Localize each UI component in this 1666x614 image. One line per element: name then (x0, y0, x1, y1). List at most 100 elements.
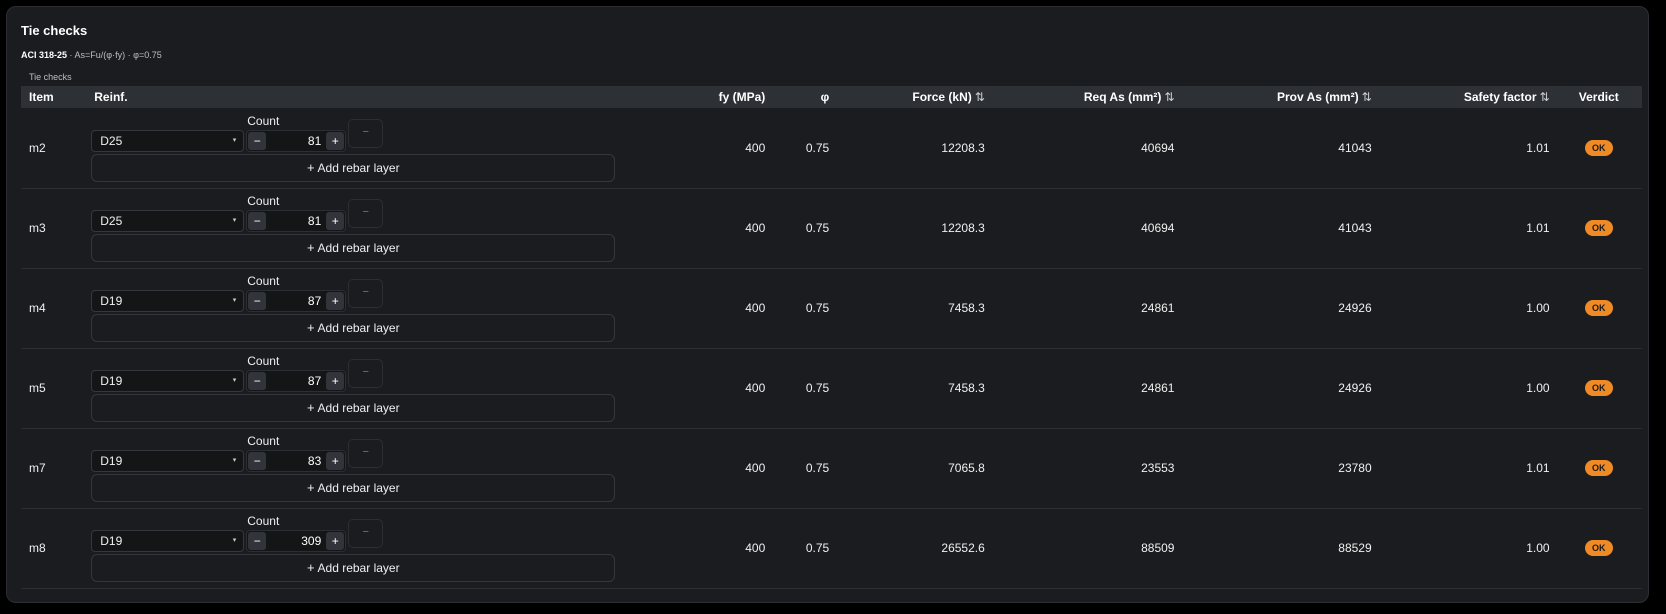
count-value[interactable]: 81 (308, 134, 321, 148)
increment-button[interactable]: + (326, 372, 345, 390)
bar-size-value: D25 (100, 214, 123, 228)
safety-factor-cell: 1.00 (1526, 301, 1550, 315)
phi-cell: 0.75 (805, 221, 830, 235)
remove-layer-button[interactable]: − (348, 359, 384, 388)
plus-icon: + (306, 159, 315, 175)
remove-layer-button[interactable]: − (348, 199, 384, 228)
sort-icon[interactable]: ⇅ (975, 90, 985, 104)
verdict-cell: OK (1556, 508, 1642, 588)
rebar-layer-editor: Count D19 ▾ − 309 + − + Add rebar layer (91, 514, 616, 582)
decrement-button[interactable]: − (248, 452, 267, 470)
add-rebar-layer-button[interactable]: + Add rebar layer (91, 153, 616, 182)
force-cell: 12208.3 (941, 140, 985, 155)
sort-icon[interactable]: ⇅ (1362, 90, 1372, 104)
fy-cell: 400 (745, 301, 766, 315)
col-header-item: Item (29, 90, 54, 104)
bar-size-value: D19 (100, 534, 123, 548)
remove-layer-button[interactable]: − (348, 519, 384, 548)
increment-button[interactable]: + (326, 292, 345, 310)
safety-factor-cell: 1.00 (1526, 541, 1550, 555)
count-stepper[interactable]: − 81 + (246, 210, 347, 232)
table-caption: Tie checks (29, 72, 72, 82)
bar-size-select[interactable]: D19 ▾ (91, 370, 245, 392)
table-header-row: Item Reinf. fy (MPa) φ Force (kN) ⇅ Req A… (21, 86, 1642, 108)
bar-size-select[interactable]: D19 ▾ (91, 450, 245, 472)
item-cell: m5 (29, 381, 46, 395)
bar-size-select[interactable]: D19 ▾ (91, 530, 245, 552)
count-value[interactable]: 87 (308, 294, 321, 308)
chevron-down-icon: ▾ (232, 377, 237, 384)
force-cell: 7458.3 (948, 301, 985, 315)
reinf-cell: Count D25 ▾ − 81 + − + Add rebar layer (90, 108, 655, 188)
force-cell: 26552.6 (941, 541, 985, 555)
force-cell: 12208.3 (941, 221, 985, 235)
remove-layer-button[interactable]: − (348, 279, 384, 308)
col-header-verdict: Verdict (1578, 90, 1619, 104)
add-rebar-layer-button[interactable]: + Add rebar layer (91, 234, 616, 262)
col-header-force[interactable]: Force (kN) ⇅ (835, 86, 991, 108)
remove-layer-button[interactable]: − (348, 439, 384, 468)
decrement-button[interactable]: − (248, 292, 267, 310)
count-label: Count (247, 354, 280, 368)
design-code: ACI 318-25 (21, 50, 68, 60)
add-rebar-layer-button[interactable]: + Add rebar layer (91, 394, 616, 422)
col-header-req-as[interactable]: Req As (mm²) ⇅ (991, 86, 1181, 108)
table-row: m8 Count D19 ▾ − 309 + − + Add rebar laye… (21, 508, 1642, 588)
phi-cell: 0.75 (805, 301, 830, 315)
bar-size-select[interactable]: D25 ▾ (91, 129, 245, 152)
reinf-cell: Count D19 ▾ − 83 + − + Add rebar layer (90, 428, 655, 508)
reinf-cell: Count D19 ▾ − 309 + − + Add rebar layer (90, 508, 655, 588)
col-header-prov-as[interactable]: Prov As (mm²) ⇅ (1180, 86, 1377, 108)
panel-title: Tie checks (21, 23, 88, 38)
bar-size-select[interactable]: D25 ▾ (91, 210, 245, 232)
table-row: m4 Count D19 ▾ − 87 + − + Add rebar layer… (21, 268, 1642, 348)
bar-size-select[interactable]: D19 ▾ (91, 290, 245, 312)
sort-icon[interactable]: ⇅ (1164, 90, 1174, 104)
count-value[interactable]: 87 (308, 374, 321, 388)
add-rebar-layer-label: Add rebar layer (317, 401, 400, 415)
col-header-fy: fy (MPa) (718, 90, 766, 104)
decrement-button[interactable]: − (248, 131, 267, 150)
count-label: Count (247, 514, 280, 528)
count-stepper[interactable]: − 87 + (246, 370, 347, 392)
reinf-cell: Count D19 ▾ − 87 + − + Add rebar layer (90, 348, 655, 428)
sort-icon[interactable]: ⇅ (1540, 90, 1550, 104)
prov-as-cell: 41043 (1338, 140, 1372, 155)
phi-cell: 0.75 (805, 140, 830, 155)
plus-icon: + (306, 400, 315, 415)
increment-button[interactable]: + (326, 532, 345, 550)
count-stepper[interactable]: − 81 + (246, 129, 347, 152)
count-stepper[interactable]: − 87 + (246, 290, 347, 312)
table-row: m3 Count D25 ▾ − 81 + − + Add rebar layer… (21, 188, 1642, 268)
increment-button[interactable]: + (326, 131, 345, 150)
count-value[interactable]: 81 (308, 214, 321, 228)
count-value[interactable]: 83 (308, 454, 321, 468)
verdict-cell: OK (1556, 188, 1642, 268)
bar-size-value: D19 (100, 374, 123, 388)
add-rebar-layer-button[interactable]: + Add rebar layer (91, 554, 616, 582)
increment-button[interactable]: + (326, 452, 345, 470)
decrement-button[interactable]: − (248, 212, 267, 230)
status-badge: OK (1585, 220, 1613, 236)
count-stepper[interactable]: − 309 + (246, 530, 347, 552)
decrement-button[interactable]: − (248, 372, 267, 390)
add-rebar-layer-label: Add rebar layer (317, 561, 400, 575)
fy-cell: 400 (745, 541, 766, 555)
col-header-safety-factor[interactable]: Safety factor ⇅ (1378, 86, 1556, 108)
add-rebar-layer-button[interactable]: + Add rebar layer (91, 314, 616, 342)
increment-button[interactable]: + (326, 212, 345, 230)
bar-size-value: D25 (100, 133, 123, 148)
decrement-button[interactable]: − (248, 532, 267, 550)
prov-as-cell: 23780 (1338, 461, 1372, 475)
remove-layer-button[interactable]: − (348, 118, 384, 148)
add-rebar-layer-label: Add rebar layer (317, 321, 400, 335)
add-rebar-layer-button[interactable]: + Add rebar layer (91, 474, 616, 502)
count-stepper[interactable]: − 83 + (246, 450, 347, 472)
safety-factor-cell: 1.01 (1526, 461, 1550, 475)
table-row: m5 Count D19 ▾ − 87 + − + Add rebar layer… (21, 348, 1642, 428)
prov-as-cell: 24926 (1338, 301, 1372, 315)
count-value[interactable]: 309 (301, 534, 321, 548)
status-badge: OK (1585, 380, 1613, 396)
plus-icon: + (306, 480, 315, 495)
col-header-reinf: Reinf. (94, 90, 128, 104)
